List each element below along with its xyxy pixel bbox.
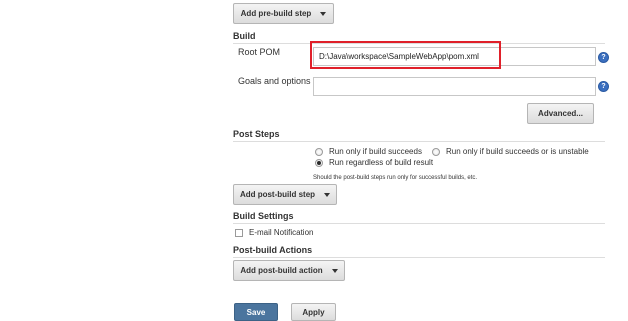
radio-run-regardless[interactable] [315, 159, 323, 167]
add-pre-build-step-button[interactable]: Add pre-build step [233, 3, 334, 24]
build-section-title: Build [233, 31, 256, 41]
goals-options-help-icon[interactable]: ? [598, 81, 609, 92]
radio-run-if-succeeds[interactable] [315, 148, 323, 156]
radio-run-if-unstable[interactable] [432, 148, 440, 156]
post-steps-hint: Should the post-build steps run only for… [313, 175, 478, 181]
add-post-build-action-button[interactable]: Add post-build action [233, 260, 345, 281]
dropdown-caret-icon [331, 268, 338, 273]
email-notification-checkbox[interactable] [235, 229, 243, 237]
apply-button-label: Apply [302, 307, 325, 317]
dropdown-caret-icon [320, 11, 327, 16]
advanced-button[interactable]: Advanced... [527, 103, 594, 124]
help-glyph: ? [601, 83, 606, 90]
add-post-build-step-label: Add post-build step [239, 190, 316, 199]
save-button[interactable]: Save [234, 303, 278, 321]
goals-options-label: Goals and options [238, 76, 311, 86]
dropdown-caret-icon [324, 192, 331, 197]
build-settings-divider [233, 223, 605, 224]
help-glyph: ? [601, 54, 606, 61]
email-notification-label: E-mail Notification [249, 228, 314, 237]
radio-run-if-unstable-label: Run only if build succeeds or is unstabl… [446, 147, 589, 156]
add-post-build-action-label: Add post-build action [240, 266, 323, 275]
add-post-build-step-button[interactable]: Add post-build step [233, 184, 337, 205]
post-steps-divider [233, 141, 605, 142]
post-build-actions-section-title: Post-build Actions [233, 245, 313, 255]
root-pom-highlight [310, 41, 501, 69]
goals-options-input[interactable] [313, 77, 596, 96]
save-button-label: Save [246, 307, 266, 317]
root-pom-help-icon[interactable]: ? [598, 52, 609, 63]
root-pom-label: Root POM [238, 47, 281, 57]
advanced-button-label: Advanced... [538, 109, 583, 118]
post-build-actions-divider [233, 257, 605, 258]
post-steps-section-title: Post Steps [233, 129, 280, 139]
radio-run-regardless-label: Run regardless of build result [329, 158, 434, 167]
apply-button[interactable]: Apply [291, 303, 336, 321]
radio-run-if-succeeds-label: Run only if build succeeds [329, 147, 422, 156]
build-settings-section-title: Build Settings [233, 211, 294, 221]
add-pre-build-step-label: Add pre-build step [240, 9, 312, 18]
